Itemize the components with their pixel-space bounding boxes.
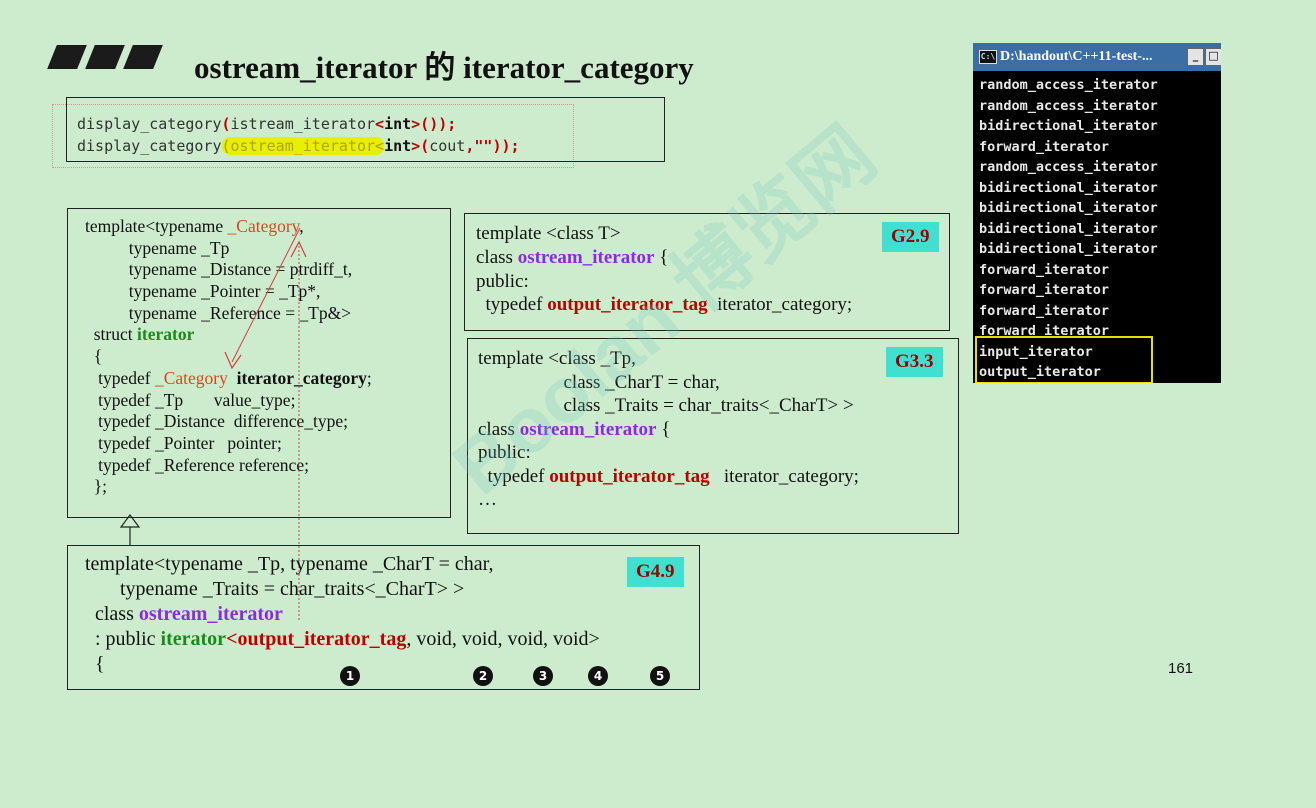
g29-code: template <class T> class ostream_iterato…: [476, 223, 853, 316]
console-line: forward_iterator: [979, 138, 1110, 155]
cmd-icon: C:\: [979, 49, 997, 64]
marker-1: 1: [340, 666, 360, 686]
g49-code-box: G4.9 template<typename _Tp, typename _Ch…: [67, 545, 700, 690]
console-titlebar[interactable]: C:\ D:\handout\C++11-test-... _ □: [973, 43, 1221, 71]
g29-code-box: G2.9 template <class T> class ostream_it…: [464, 213, 950, 331]
marker-4: 4: [588, 666, 608, 686]
console-line: bidirectional_iterator: [979, 220, 1158, 237]
g49-version-badge: G4.9: [627, 557, 684, 587]
g29-version-badge: G2.9: [882, 222, 939, 252]
minimize-button[interactable]: _: [1187, 48, 1204, 66]
console-line: random_access_iterator: [979, 159, 1158, 175]
g33-version-badge: G3.3: [886, 347, 943, 377]
console-line: forward_iterator: [979, 261, 1110, 278]
console-line: random_access_iterator: [979, 77, 1158, 93]
g33-code-box: G3.3 template <class _Tp, class _CharT =…: [467, 338, 959, 534]
marker-2: 2: [473, 666, 493, 686]
marker-5: 5: [650, 666, 670, 686]
console-line: bidirectional_iterator: [979, 118, 1158, 134]
console-line: bidirectional_iterator: [979, 200, 1158, 216]
console-line: forward_iterator: [979, 302, 1110, 319]
console-line: forward_iterator: [979, 282, 1110, 298]
console-highlight-box: [975, 336, 1153, 383]
console-line: bidirectional_iterator: [979, 241, 1158, 257]
console-window: C:\ D:\handout\C++11-test-... _ □ random_…: [973, 43, 1221, 383]
marker-3: 3: [533, 666, 553, 686]
g49-code: template<typename _Tp, typename _CharT =…: [85, 553, 600, 675]
console-title-text: D:\handout\C++11-test-...: [1000, 49, 1153, 64]
page-number: 161: [1168, 660, 1194, 677]
g33-code: template <class _Tp, class _CharT = char…: [478, 348, 859, 511]
console-line: random_access_iterator: [979, 97, 1158, 114]
inheritance-triangle: [119, 514, 141, 528]
maximize-button[interactable]: □: [1205, 48, 1221, 66]
console-line: bidirectional_iterator: [979, 179, 1158, 196]
